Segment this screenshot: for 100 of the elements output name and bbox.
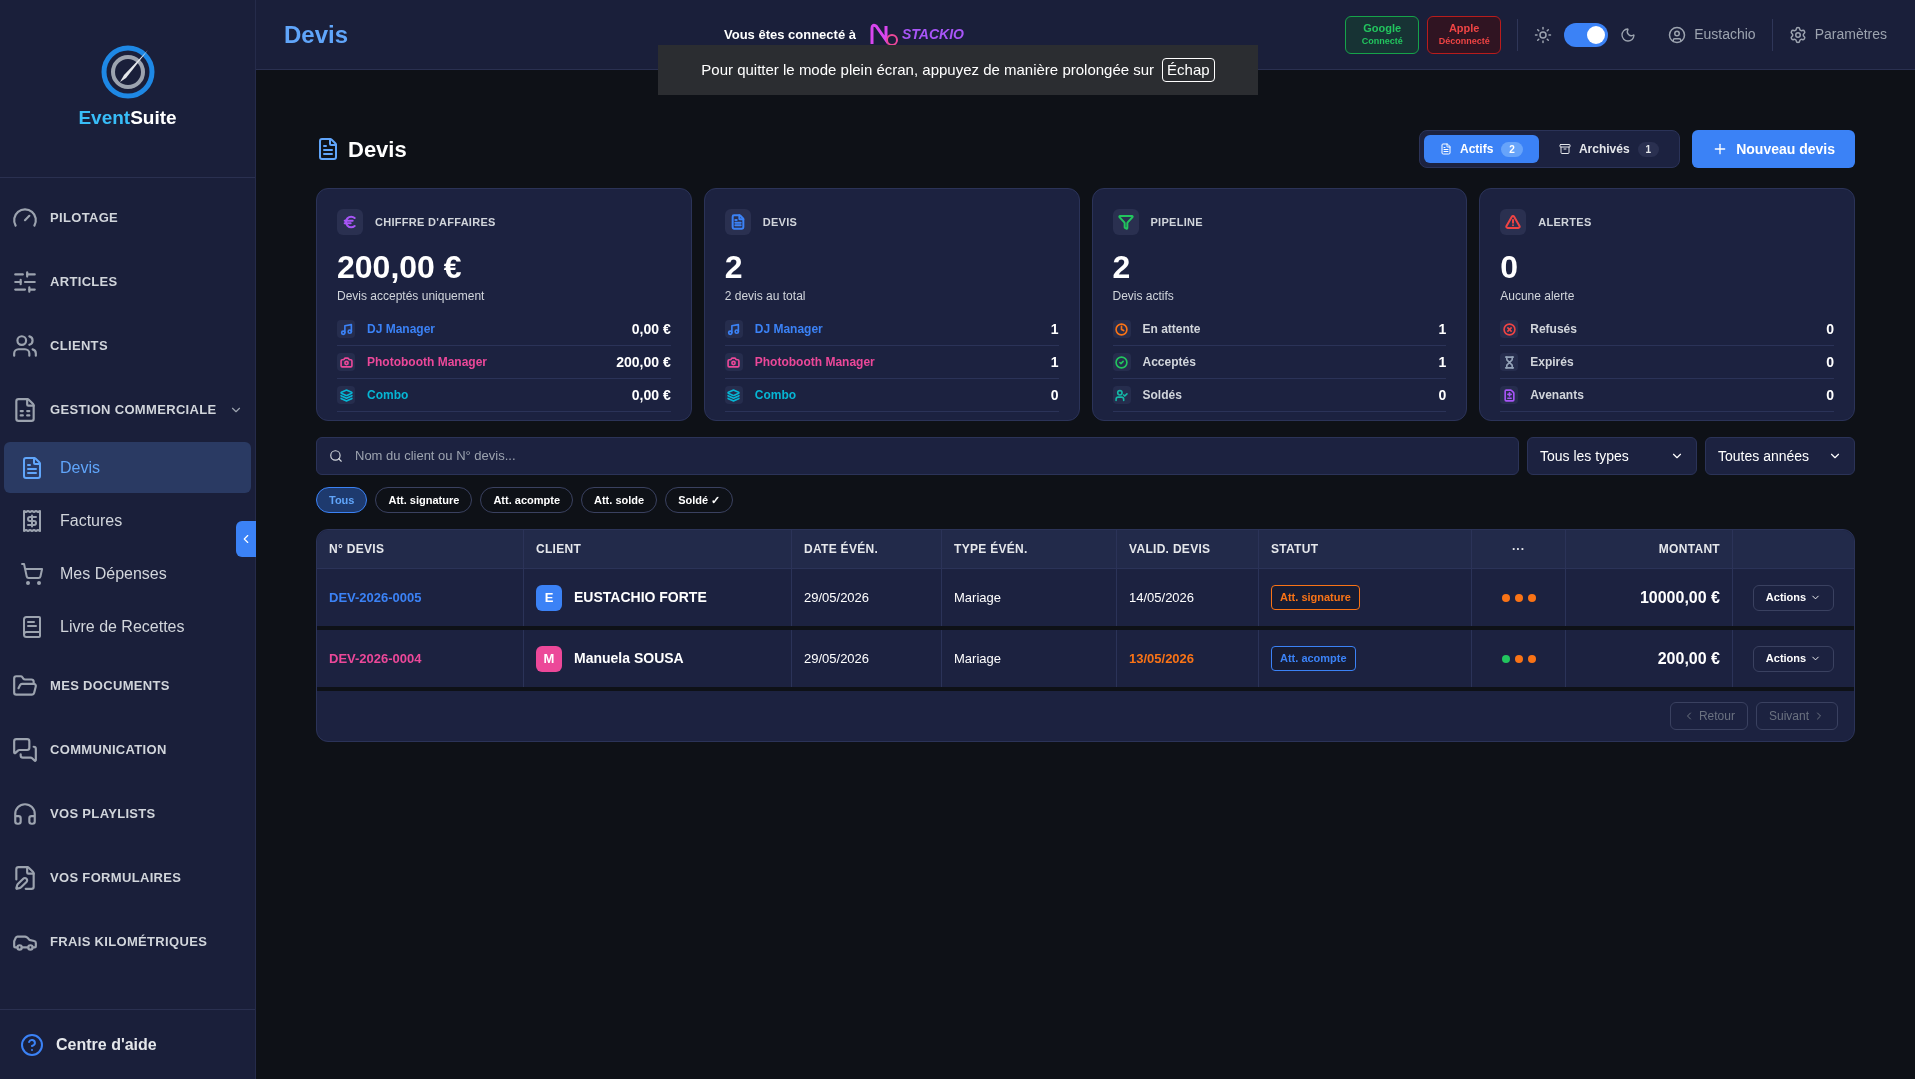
card-row-label: En attente xyxy=(1142,321,1202,338)
book-icon xyxy=(20,614,44,639)
logo-icon xyxy=(99,44,156,101)
card-row-value: 0 xyxy=(1826,319,1834,339)
receipt-icon xyxy=(20,508,44,533)
card-row-label: Avenants xyxy=(1530,387,1585,404)
sidebar-section[interactable]: CLIENTS xyxy=(4,314,251,378)
card-row-label: DJ Manager xyxy=(367,321,437,338)
page-header-title: Devis xyxy=(284,19,350,50)
validity-date: 14/05/2026 xyxy=(1129,588,1195,607)
actions-button[interactable]: Actions xyxy=(1752,645,1835,672)
card-row-label: Photobooth Manager xyxy=(754,354,876,371)
sidebar-section[interactable]: GESTION COMMERCIALE xyxy=(4,378,251,442)
sidebar-item[interactable]: Devis xyxy=(4,442,251,493)
card-value: 2 xyxy=(1112,251,1132,283)
status-badge: Att. acompte xyxy=(1271,646,1356,671)
brand-logo: STACKIO xyxy=(868,21,964,48)
sidebar-section[interactable]: MES DOCUMENTS xyxy=(4,654,251,718)
card-row-value: 0,00 € xyxy=(631,319,671,339)
sidebar-item[interactable]: Factures xyxy=(4,495,139,546)
validity-date: 13/05/2026 xyxy=(1129,649,1195,668)
card-row-value: 1 xyxy=(1050,352,1059,372)
filter-select[interactable]: Toutes années xyxy=(1705,437,1855,475)
card-row-value: 0 xyxy=(1438,385,1447,405)
filter-chip[interactable]: Tous xyxy=(316,487,368,513)
column-header: TYPE ÉVÉN. xyxy=(942,530,1117,568)
card-value: 2 xyxy=(724,251,744,283)
view-tab[interactable]: Actifs 2 xyxy=(1424,135,1539,163)
archive-icon xyxy=(1558,143,1571,155)
card-row-label: Combo xyxy=(754,387,798,404)
sidebar-section[interactable]: COMMUNICATION xyxy=(4,718,251,782)
file-edit-icon xyxy=(12,865,38,891)
sidebar-item[interactable]: Livre de Recettes xyxy=(4,601,201,652)
card-value: 200,00 € xyxy=(337,251,463,283)
invoice-icon xyxy=(12,397,38,423)
theme-toggle[interactable] xyxy=(1564,22,1609,47)
quote-number-link[interactable]: DEV-2026-0004 xyxy=(329,648,422,669)
sidebar-section[interactable]: FRAIS KILOMÉTRIQUES xyxy=(4,910,251,974)
sidebar-section[interactable]: VOS FORMULAIRES xyxy=(4,846,251,910)
card-row-value: 0 xyxy=(1050,385,1059,405)
card-title: CHIFFRE D'AFFAIRES xyxy=(375,214,496,230)
card-row-value: 0,00 € xyxy=(631,385,671,405)
document-icon xyxy=(1440,143,1452,155)
card-value: 0 xyxy=(1500,251,1520,283)
column-header: VALID. DEVIS xyxy=(1117,530,1259,568)
chat-icon xyxy=(12,737,38,763)
status-badge: Att. signature xyxy=(1271,585,1360,610)
card-row-label: DJ Manager xyxy=(754,321,824,338)
collapse-sidebar-button[interactable] xyxy=(236,521,256,557)
client-name: EUSTACHIO FORTE xyxy=(574,588,707,607)
filter-select[interactable]: Tous les types xyxy=(1527,437,1697,475)
table-cell-text: Mariage xyxy=(954,588,1001,607)
card-row-label: Combo xyxy=(367,387,410,404)
card-row-value: 200,00 € xyxy=(616,352,671,372)
sliders-icon xyxy=(12,269,38,295)
card-row-value: 0 xyxy=(1826,352,1834,372)
sun-icon xyxy=(1534,25,1553,44)
quote-number-link[interactable]: DEV-2026-0005 xyxy=(329,587,422,608)
table-cell-text: 29/05/2026 xyxy=(804,649,870,668)
sidebar-section[interactable]: ARTICLES xyxy=(4,250,251,314)
card-row-label: Acceptés xyxy=(1142,354,1197,371)
client-avatar: M xyxy=(536,645,562,672)
sidebar-section[interactable]: PILOTAGE xyxy=(4,186,251,250)
column-header: MONTANT xyxy=(1566,530,1733,568)
folder-icon xyxy=(12,673,38,699)
card-title: PIPELINE xyxy=(1150,214,1203,230)
card-row-value: 1 xyxy=(1438,352,1447,372)
account-status-button[interactable]: Google Connecté xyxy=(1345,15,1420,54)
amount: 10000,00 € xyxy=(1639,587,1720,608)
column-header: N° DEVIS xyxy=(317,530,524,568)
new-quote-button[interactable]: Nouveau devis xyxy=(1692,130,1855,168)
notice-text: Pour quitter le mode plein écran, appuyez de manière prolongée sur xyxy=(701,59,1155,80)
card-title: ALERTES xyxy=(1538,214,1592,230)
headphones-icon xyxy=(12,801,38,827)
card-row-value: 1 xyxy=(1438,319,1447,339)
help-link[interactable]: Centre d'aide xyxy=(56,1032,157,1057)
help-icon xyxy=(20,1032,44,1057)
user-icon xyxy=(1668,25,1687,44)
user-name[interactable]: Eustachio xyxy=(1694,24,1756,45)
card-subtitle: Devis actifs xyxy=(1112,288,1175,305)
card-row-value: 0 xyxy=(1826,385,1834,405)
settings-link[interactable]: Paramètres xyxy=(1814,24,1887,45)
card-subtitle: 2 devis au total xyxy=(724,288,807,305)
client-name: Manuela SOUSA xyxy=(574,649,684,668)
search-field[interactable]: Nom du client ou N° devis... xyxy=(316,437,1519,475)
search-input[interactable]: Nom du client ou N° devis... xyxy=(355,446,1506,466)
actions-button[interactable]: Actions xyxy=(1752,584,1835,611)
view-tab[interactable]: Archivés 1 xyxy=(1542,135,1676,163)
card-row-label: Refusés xyxy=(1530,321,1578,338)
table-cell-text: Mariage xyxy=(954,649,1001,668)
users-icon xyxy=(12,333,38,359)
sidebar-item[interactable]: Mes Dépenses xyxy=(4,548,183,599)
client-avatar: E xyxy=(536,584,562,611)
account-status-button[interactable]: Apple Déconnecté xyxy=(1427,15,1502,54)
sidebar-section[interactable]: VOS PLAYLISTS xyxy=(4,782,251,846)
card-row-label: Expirés xyxy=(1530,354,1575,371)
column-header: DATE ÉVÉN. xyxy=(792,530,942,568)
document-icon xyxy=(316,137,340,161)
card-subtitle: Devis acceptés uniquement xyxy=(337,288,486,305)
card-title: DEVIS xyxy=(762,214,798,230)
